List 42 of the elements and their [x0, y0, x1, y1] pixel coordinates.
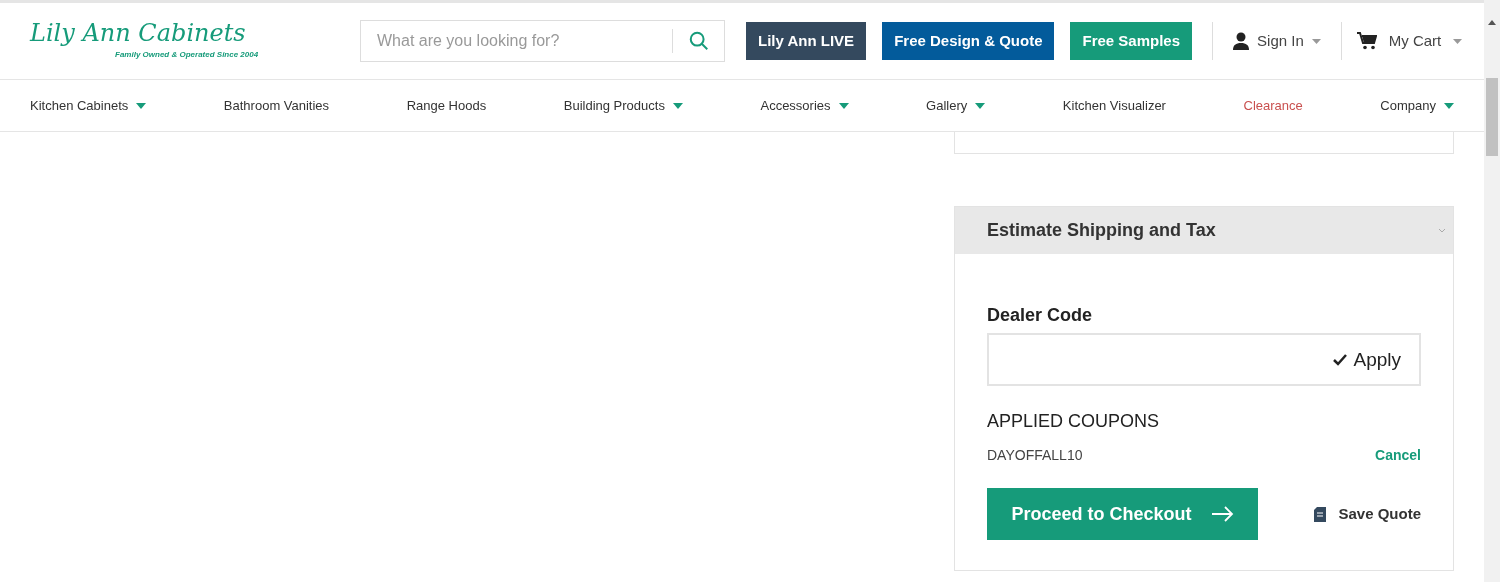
nav-link[interactable]: Clearance — [1243, 95, 1303, 116]
nav-link[interactable]: Bathroom Vanities — [223, 95, 330, 116]
check-icon — [1333, 354, 1348, 367]
scrollbar-thumb[interactable] — [1486, 78, 1498, 156]
caret-icon — [672, 102, 683, 109]
caret-icon — [1453, 38, 1463, 44]
checkout-button[interactable]: Proceed to Checkout — [987, 488, 1258, 540]
logo-wordmark[interactable]: Lily Ann Cabinets — [30, 21, 246, 45]
caret-icon — [1311, 38, 1321, 44]
document-icon — [1314, 506, 1327, 522]
nav-link[interactable]: Accessories — [760, 95, 849, 116]
header-button[interactable]: Free Samples — [1070, 22, 1193, 60]
nav-link[interactable]: Building Products — [563, 95, 683, 116]
header-button[interactable]: Lily Ann LIVE — [746, 22, 867, 60]
search-field[interactable]: What are you looking for? — [360, 20, 725, 62]
cart-icon — [1356, 32, 1377, 50]
estimate-shipping-header[interactable]: Estimate Shipping and Tax — [955, 207, 1453, 254]
nav-link[interactable]: Kitchen Cabinets — [30, 95, 147, 116]
cart-button[interactable]: My Cart — [1356, 29, 1463, 53]
cancel-link[interactable]: Cancel — [1375, 445, 1421, 466]
search-icon[interactable] — [688, 30, 710, 52]
nav-link[interactable]: Company — [1380, 95, 1454, 116]
field-label: Dealer Code — [987, 304, 1093, 327]
chevron-icon — [1439, 228, 1445, 233]
arrow-right-icon — [1211, 506, 1234, 522]
section-title: APPLIED COUPONS — [987, 410, 1160, 433]
nav-link[interactable]: Range Hoods — [406, 95, 487, 116]
logo-tagline: Family Owned & Operated Since 2004 — [115, 49, 259, 61]
nav-link[interactable]: Kitchen Visualizer — [1062, 95, 1166, 116]
apply-button[interactable]: Apply — [1333, 346, 1401, 375]
nav-link[interactable]: Gallery — [926, 95, 986, 116]
save-quote-button[interactable]: Save Quote — [1314, 502, 1421, 526]
sign-in-button[interactable]: Sign In — [1233, 29, 1321, 53]
scroll-up-icon[interactable] — [1488, 20, 1496, 25]
caret-icon — [975, 102, 986, 109]
user-icon — [1233, 32, 1250, 50]
coupon-code: DAYOFFALL10 — [987, 446, 1083, 465]
header-button[interactable]: Free Design & Quote — [882, 22, 1055, 60]
caret-icon — [838, 102, 849, 109]
caret-icon — [1444, 102, 1454, 109]
dealer-code-field[interactable] — [987, 333, 1421, 386]
caret-icon — [136, 102, 147, 109]
